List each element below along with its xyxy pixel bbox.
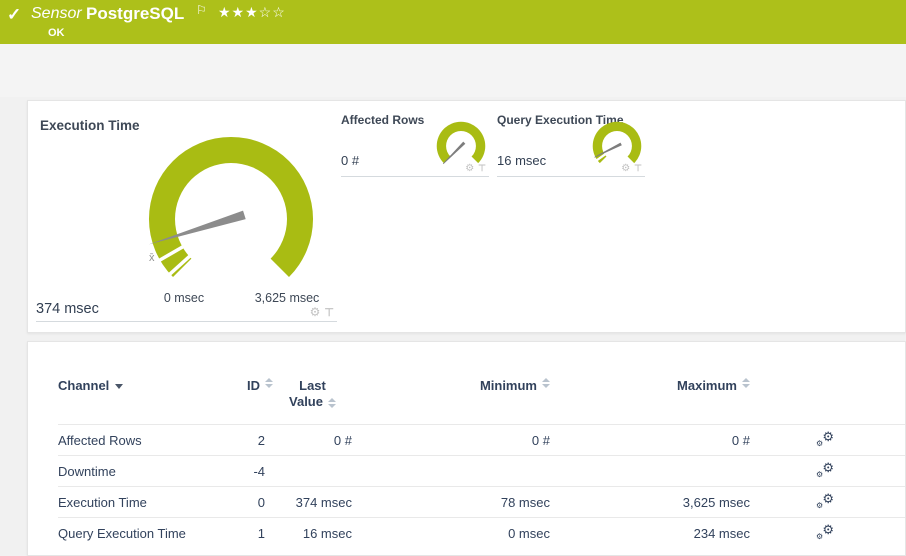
sensor-name: PostgreSQL bbox=[86, 4, 185, 23]
cell-last-value: 374 msec bbox=[295, 494, 352, 510]
cell-id: 1 bbox=[257, 525, 265, 541]
cell-last-value: 0 # bbox=[333, 432, 352, 448]
tab-bar: Overview ((•)) Live Data 2 days 30 days … bbox=[0, 44, 906, 139]
sort-updown-icon bbox=[742, 378, 750, 393]
stars-filled: ★★★ bbox=[218, 4, 259, 20]
pin-icon[interactable]: ⊤ bbox=[634, 163, 642, 174]
gauge-card-affected-rows[interactable]: Affected Rows 0 # ⚙ ⊤ bbox=[341, 106, 489, 177]
priority-stars[interactable]: ★★★☆☆ bbox=[218, 4, 286, 21]
edit-channel-icon[interactable]: ⚙ ⚙ bbox=[816, 428, 834, 448]
cell-maximum: 234 msec bbox=[693, 525, 750, 541]
cell-id: 2 bbox=[257, 432, 265, 448]
column-header-last-value-2[interactable]: Value bbox=[289, 394, 323, 409]
cell-maximum: 3,625 msec bbox=[682, 494, 750, 510]
pin-icon[interactable]: ⊤ bbox=[478, 163, 486, 174]
edit-channel-icon[interactable]: ⚙ ⚙ bbox=[816, 521, 834, 541]
cell-id: 0 bbox=[257, 494, 265, 510]
table-row: Query Execution Time 1 16 msec 0 msec 23… bbox=[58, 517, 905, 548]
channel-link[interactable]: Downtime bbox=[58, 464, 116, 479]
gear-icon: ⚙ bbox=[822, 428, 834, 444]
channel-link[interactable]: Execution Time bbox=[58, 495, 147, 510]
cell-minimum: 0 # bbox=[531, 432, 550, 448]
mean-marker: x̄ bbox=[149, 252, 155, 264]
gear-icon: ⚙ bbox=[816, 500, 824, 510]
gauge-current-value: 0 # bbox=[341, 153, 360, 168]
gauge-card-execution-time[interactable]: Execution Time x̄ 0 msec 3,625 msec 374 … bbox=[36, 109, 337, 322]
gear-icon[interactable]: ⚙ bbox=[465, 163, 474, 174]
sort-updown-icon bbox=[265, 378, 273, 393]
sort-updown-icon bbox=[542, 378, 550, 393]
table-row: Affected Rows 2 0 # 0 # 0 # ⚙ ⚙ bbox=[58, 424, 905, 455]
pin-icon[interactable]: ⊤ bbox=[324, 306, 334, 319]
cell-minimum: 78 msec bbox=[500, 494, 550, 510]
channel-link[interactable]: Query Execution Time bbox=[58, 526, 186, 541]
execution-time-gauge bbox=[148, 136, 314, 280]
gauge-arc bbox=[148, 136, 314, 277]
column-header-maximum[interactable]: Maximum bbox=[677, 378, 737, 393]
prtg-sensor-page: ✓ Sensor PostgreSQL ⚐ ★★★☆☆ OK Overview … bbox=[0, 0, 906, 556]
sensor-type-label: Sensor bbox=[31, 5, 82, 22]
column-header-last-value[interactable]: Last bbox=[299, 378, 326, 394]
gear-icon: ⚙ bbox=[816, 469, 824, 479]
gear-icon: ⚙ bbox=[822, 490, 834, 506]
gear-icon: ⚙ bbox=[822, 521, 834, 537]
flag-icon[interactable]: ⚐ bbox=[196, 3, 207, 17]
gauge-current-value: 374 msec bbox=[36, 301, 99, 317]
column-header-id[interactable]: ID bbox=[247, 378, 260, 393]
gauge-min-label: 0 msec bbox=[163, 291, 205, 305]
column-header-channel[interactable]: Channel bbox=[58, 378, 109, 393]
channels-table: Channel ID Last Value Minimum Maximum Af… bbox=[58, 378, 905, 548]
sort-desc-icon bbox=[115, 384, 124, 390]
table-row: Downtime -4 ⚙ ⚙ bbox=[58, 455, 905, 486]
gauge-max-label: 3,625 msec bbox=[254, 291, 320, 305]
channel-link[interactable]: Affected Rows bbox=[58, 433, 142, 448]
cell-last-value: 16 msec bbox=[302, 525, 352, 541]
gear-icon[interactable]: ⚙ bbox=[310, 305, 321, 319]
sort-updown-icon bbox=[327, 397, 336, 408]
channels-table-panel: Channel ID Last Value Minimum Maximum Af… bbox=[27, 341, 906, 556]
gauge-current-value: 16 msec bbox=[497, 153, 547, 168]
gear-icon: ⚙ bbox=[822, 459, 834, 475]
sensor-status-bar: ✓ Sensor PostgreSQL ⚐ ★★★☆☆ OK bbox=[0, 0, 906, 44]
gear-icon: ⚙ bbox=[816, 531, 824, 541]
table-header-row: Channel ID Last Value Minimum Maximum bbox=[58, 378, 905, 424]
status-badge: OK bbox=[48, 27, 65, 39]
gauge-card-query-execution-time[interactable]: Query Execution Time 16 msec ⚙ ⊤ bbox=[497, 106, 645, 177]
cell-maximum: 0 # bbox=[731, 432, 750, 448]
gauges-panel: Execution Time x̄ 0 msec 3,625 msec 374 … bbox=[27, 100, 906, 333]
gauge-title: Execution Time bbox=[40, 118, 140, 133]
gauge-arc bbox=[436, 121, 486, 164]
cell-id: -4 bbox=[253, 463, 265, 479]
gear-icon[interactable]: ⚙ bbox=[621, 163, 630, 174]
column-header-minimum[interactable]: Minimum bbox=[480, 378, 537, 393]
table-row: Execution Time 0 374 msec 78 msec 3,625 … bbox=[58, 486, 905, 517]
edit-channel-icon[interactable]: ⚙ ⚙ bbox=[816, 490, 834, 510]
cell-minimum: 0 msec bbox=[508, 525, 550, 541]
gauge-title: Affected Rows bbox=[341, 113, 425, 127]
ok-check-icon: ✓ bbox=[7, 5, 22, 24]
stars-empty: ☆☆ bbox=[258, 4, 286, 20]
gear-icon: ⚙ bbox=[816, 438, 824, 448]
edit-channel-icon[interactable]: ⚙ ⚙ bbox=[816, 459, 834, 479]
